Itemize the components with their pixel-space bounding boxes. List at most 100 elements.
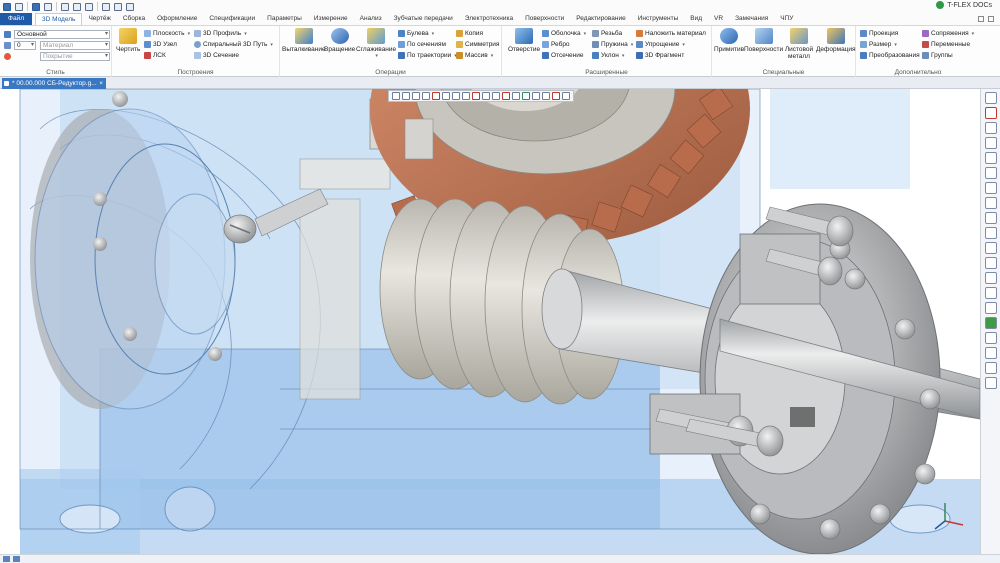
zoom-window-icon[interactable] (984, 137, 997, 149)
zoom-out-icon[interactable] (984, 152, 997, 164)
select-operations-icon[interactable] (442, 92, 450, 100)
close-icon[interactable]: × (99, 78, 103, 89)
tab-surfaces[interactable]: Поверхности (519, 13, 570, 25)
rib-button[interactable]: Ребро (542, 41, 570, 48)
select-all-icon[interactable] (562, 92, 570, 100)
deformation-button[interactable]: Деформация (816, 28, 856, 53)
lighting-icon[interactable] (984, 332, 997, 344)
symmetry-button[interactable]: Симметрия (456, 41, 499, 48)
wireframe-icon[interactable] (984, 302, 997, 314)
3d-viewport[interactable] (0, 89, 980, 554)
select-dimensions-icon[interactable] (532, 92, 540, 100)
by-path-button[interactable]: По траектории▾ (398, 52, 457, 59)
draw-button[interactable]: Чертить (116, 28, 140, 53)
walk-icon[interactable] (984, 212, 997, 224)
tab-gears[interactable]: Зубчатые передачи (388, 13, 459, 25)
zoom-in-icon[interactable] (984, 122, 997, 134)
variables-button[interactable]: Переменные (922, 41, 970, 48)
redo-icon[interactable] (85, 2, 93, 11)
tab-editing[interactable]: Редактирование (570, 13, 632, 25)
primitive-button[interactable]: Примитив (714, 28, 744, 53)
select-sections-icon[interactable] (552, 92, 560, 100)
tab-3d-model[interactable]: 3D Модель (34, 13, 83, 25)
tab-vr[interactable]: VR (708, 13, 729, 25)
select-vertices-icon[interactable] (422, 92, 430, 100)
annotation-icon[interactable] (984, 377, 997, 389)
orbit-icon[interactable] (984, 197, 997, 209)
tab-parameters[interactable]: Параметры (261, 13, 308, 25)
tab-drawing[interactable]: Чертёж (82, 13, 116, 25)
print-icon[interactable] (61, 2, 69, 11)
projection-button[interactable]: Проекция (860, 30, 898, 37)
shell-button[interactable]: Оболочка ▾ (542, 30, 586, 37)
coating-select[interactable]: Покрытие (40, 52, 110, 61)
spiral-path-button[interactable]: Спиральный 3D Путь ▾ (194, 41, 273, 48)
extrude-button[interactable]: Выталкивание (282, 28, 326, 53)
sheet-metal-button[interactable]: Листовой металл (784, 28, 814, 60)
model-tree-icon[interactable] (984, 92, 997, 104)
save-icon[interactable] (32, 2, 40, 11)
tab-analysis[interactable]: Анализ (354, 13, 388, 25)
section-view-icon[interactable] (984, 242, 997, 254)
boolean-button[interactable]: Булева ▾ (398, 30, 434, 37)
rotate-icon[interactable] (984, 182, 997, 194)
pan-icon[interactable] (984, 167, 997, 179)
select-nodes-icon[interactable] (472, 92, 480, 100)
thread-button[interactable]: Резьба (592, 30, 622, 37)
document-tab[interactable]: * 00.00.000 СБ-Редуктор.g... × (2, 78, 106, 89)
array-button[interactable]: Массив ▾ (456, 52, 493, 59)
size-button[interactable]: Размер ▾ (860, 41, 897, 48)
undo-icon[interactable] (73, 2, 81, 11)
groups-button[interactable]: Группы (922, 52, 953, 59)
layer-select[interactable]: 0 (14, 41, 36, 50)
select-axes-icon[interactable] (492, 92, 500, 100)
shading-icon[interactable] (984, 287, 997, 299)
new-document-icon[interactable] (3, 2, 11, 11)
select-fragments-icon[interactable] (512, 92, 520, 100)
plane-button[interactable]: Плоскость ▾ (144, 30, 190, 37)
filter-icon[interactable] (392, 92, 400, 100)
copy-button[interactable]: Копия (456, 30, 483, 37)
render-mode-icon[interactable] (984, 272, 997, 284)
apply-material-button[interactable]: Наложить материал (636, 30, 706, 37)
select-profiles-icon[interactable] (502, 92, 510, 100)
select-planes-icon[interactable] (482, 92, 490, 100)
options-icon[interactable] (126, 2, 134, 11)
select-faces-icon[interactable] (402, 92, 410, 100)
slope-button[interactable]: Уклон ▾ (592, 52, 624, 59)
tab-tools[interactable]: Инструменты (632, 13, 685, 25)
lsk-button[interactable]: ЛСК (144, 52, 166, 59)
surfaces-button[interactable]: Поверхности (744, 28, 783, 53)
tab-specifications[interactable]: Спецификации (203, 13, 261, 25)
page-icon[interactable] (13, 556, 20, 562)
select-bodies-icon[interactable] (432, 92, 440, 100)
smooth-button[interactable]: Сглаживание ▾ (356, 28, 396, 59)
style-select[interactable]: Основной (14, 30, 110, 39)
magnet-icon[interactable] (984, 107, 997, 119)
docs-badge[interactable]: T-FLEX DOCs (936, 1, 992, 9)
fragment3d-button[interactable]: 3D Фрагмент (636, 52, 684, 59)
hole-button[interactable]: Отверстие (508, 28, 540, 53)
tab-remarks[interactable]: Замечания (729, 13, 774, 25)
spring-button[interactable]: Пружина ▾ (592, 41, 633, 48)
select-lsk-icon[interactable] (522, 92, 530, 100)
measure-icon[interactable] (984, 227, 997, 239)
tab-assembly[interactable]: Сборка (117, 13, 151, 25)
node3d-button[interactable]: 3D Узел (144, 41, 177, 48)
tab-measurement[interactable]: Измерение (308, 13, 354, 25)
save-as-icon[interactable] (44, 2, 52, 11)
by-sections-button[interactable]: По сечениям (398, 41, 446, 48)
export-icon[interactable] (114, 2, 122, 11)
transforms-button[interactable]: Преобразования (860, 52, 920, 59)
materials-icon[interactable] (984, 317, 997, 329)
minimize-ribbon-icon[interactable] (978, 16, 984, 22)
color-icon[interactable] (4, 53, 11, 60)
simplify-button[interactable]: Упрощение ▾ (636, 41, 685, 48)
tab-file[interactable]: Файл (0, 13, 32, 25)
mates-button[interactable]: Сопряжения ▾ (922, 30, 974, 37)
select-annotations-icon[interactable] (542, 92, 550, 100)
select-edges-icon[interactable] (412, 92, 420, 100)
section3d-button[interactable]: 3D Сечение (194, 52, 239, 59)
tab-view[interactable]: Вид (684, 13, 708, 25)
import-icon[interactable] (102, 2, 110, 11)
